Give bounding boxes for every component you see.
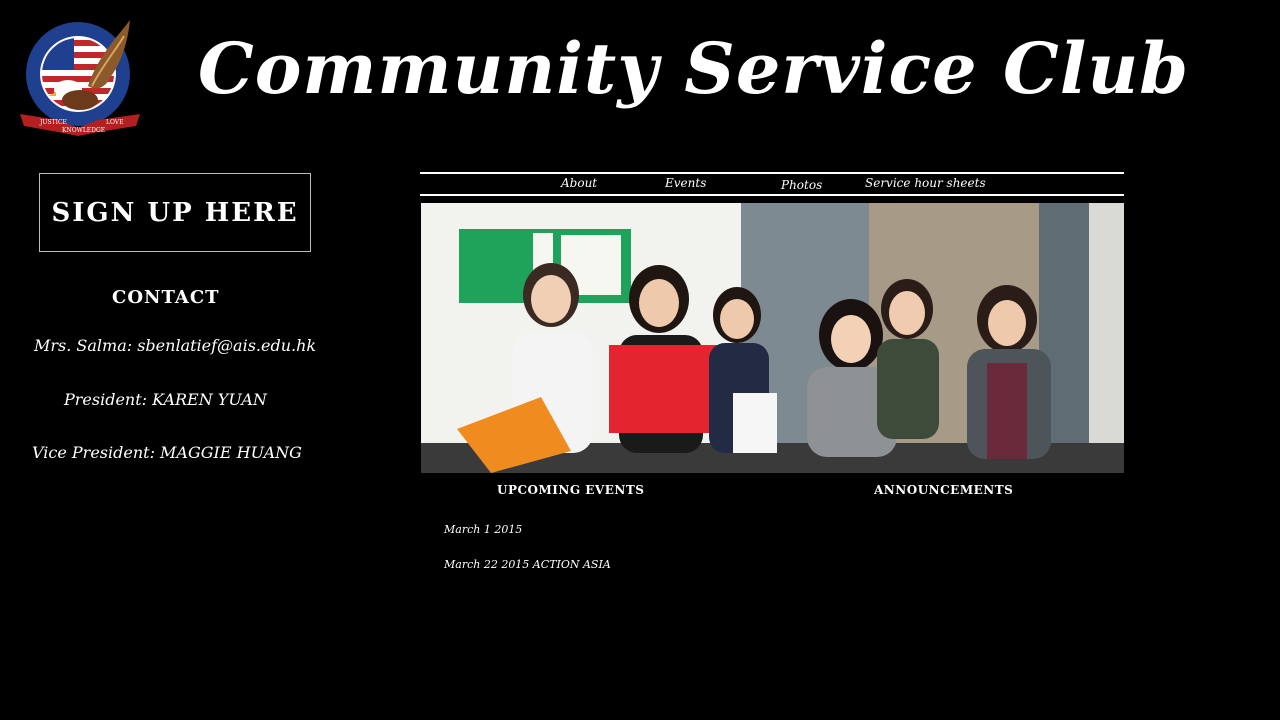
event-item: March 1 2015 (444, 523, 523, 536)
contact-president: President: KAREN YUAN (64, 390, 267, 409)
school-logo: JUSTICE KNOWLEDGE LOVE (18, 16, 146, 138)
club-group-photo (421, 203, 1124, 473)
nav-service-hour-sheets[interactable]: Service hour sheets (865, 176, 986, 190)
nav-about[interactable]: About (561, 176, 597, 190)
announcements-heading: ANNOUNCEMENTS (874, 483, 1014, 497)
svg-text:JUSTICE: JUSTICE (39, 119, 67, 126)
nav-events[interactable]: Events (665, 176, 706, 190)
event-item: March 22 2015 ACTION ASIA (444, 558, 611, 571)
nav-photos[interactable]: Photos (781, 178, 822, 192)
contact-vice-president: Vice President: MAGGIE HUANG (32, 443, 302, 462)
svg-text:KNOWLEDGE: KNOWLEDGE (62, 127, 105, 134)
upcoming-events-heading: UPCOMING EVENTS (497, 483, 645, 497)
contact-advisor: Mrs. Salma: sbenlatief@ais.edu.hk (34, 336, 317, 355)
site-title: Community Service Club (198, 27, 1190, 110)
svg-text:LOVE: LOVE (106, 119, 124, 126)
contact-heading: CONTACT (112, 287, 220, 308)
sign-up-button[interactable]: SIGN UP HERE (39, 173, 311, 252)
main-nav: About Events Photos Service hour sheets (420, 172, 1124, 196)
